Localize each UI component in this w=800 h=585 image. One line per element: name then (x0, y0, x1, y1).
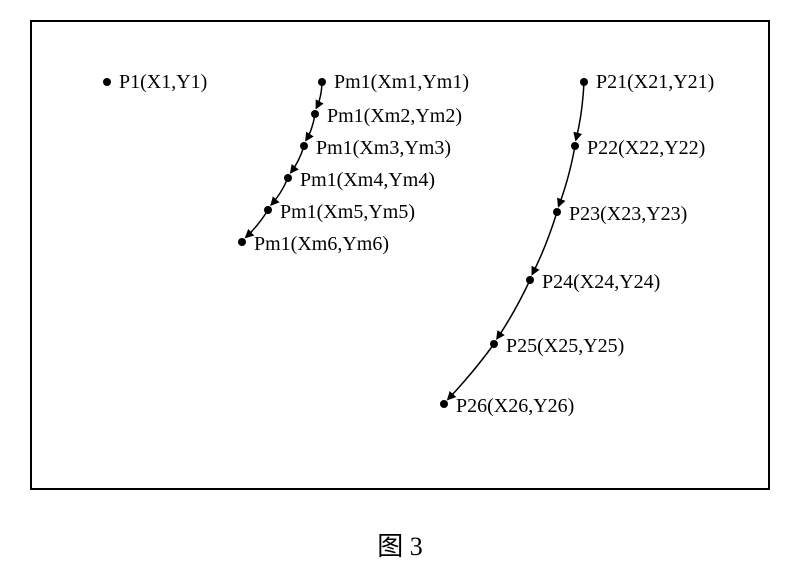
data-point (490, 340, 498, 348)
data-point (238, 238, 246, 246)
point-label: Pm1(Xm4,Ym4) (300, 169, 435, 191)
point-label: Pm1(Xm1,Ym1) (334, 71, 469, 93)
point-label: P22(X22,Y22) (587, 137, 705, 159)
point-label: P24(X24,Y24) (542, 271, 660, 293)
point-label: P23(X23,Y23) (569, 203, 687, 225)
data-point (264, 206, 272, 214)
trajectory-segment (576, 82, 584, 140)
point-label: Pm1(Xm5,Ym5) (280, 201, 415, 223)
data-point (553, 208, 561, 216)
data-point (580, 78, 588, 86)
data-point (318, 78, 326, 86)
trajectory-segment (497, 280, 530, 339)
point-label: P21(X21,Y21) (596, 71, 714, 93)
point-label: P1(X1,Y1) (119, 71, 207, 93)
point-label: Pm1(Xm2,Ym2) (327, 105, 462, 127)
data-point (103, 78, 111, 86)
point-label: Pm1(Xm3,Ym3) (316, 137, 451, 159)
figure-caption: 图 3 (377, 526, 423, 563)
trajectory-segment (559, 146, 575, 206)
data-point (571, 142, 579, 150)
data-point (284, 174, 292, 182)
data-point (300, 142, 308, 150)
data-point (440, 400, 448, 408)
trajectory-segment (532, 212, 557, 274)
trajectory-segment (448, 344, 494, 399)
data-point (526, 276, 534, 284)
point-label: P26(X26,Y26) (456, 395, 574, 417)
point-label: P25(X25,Y25) (506, 335, 624, 357)
data-point (311, 110, 319, 118)
diagram-frame: P1(X1,Y1) Pm1(Xm1,Ym1) Pm1(Xm2,Ym2) Pm1(Xm3… (30, 20, 770, 490)
point-label: Pm1(Xm6,Ym6) (254, 233, 389, 255)
